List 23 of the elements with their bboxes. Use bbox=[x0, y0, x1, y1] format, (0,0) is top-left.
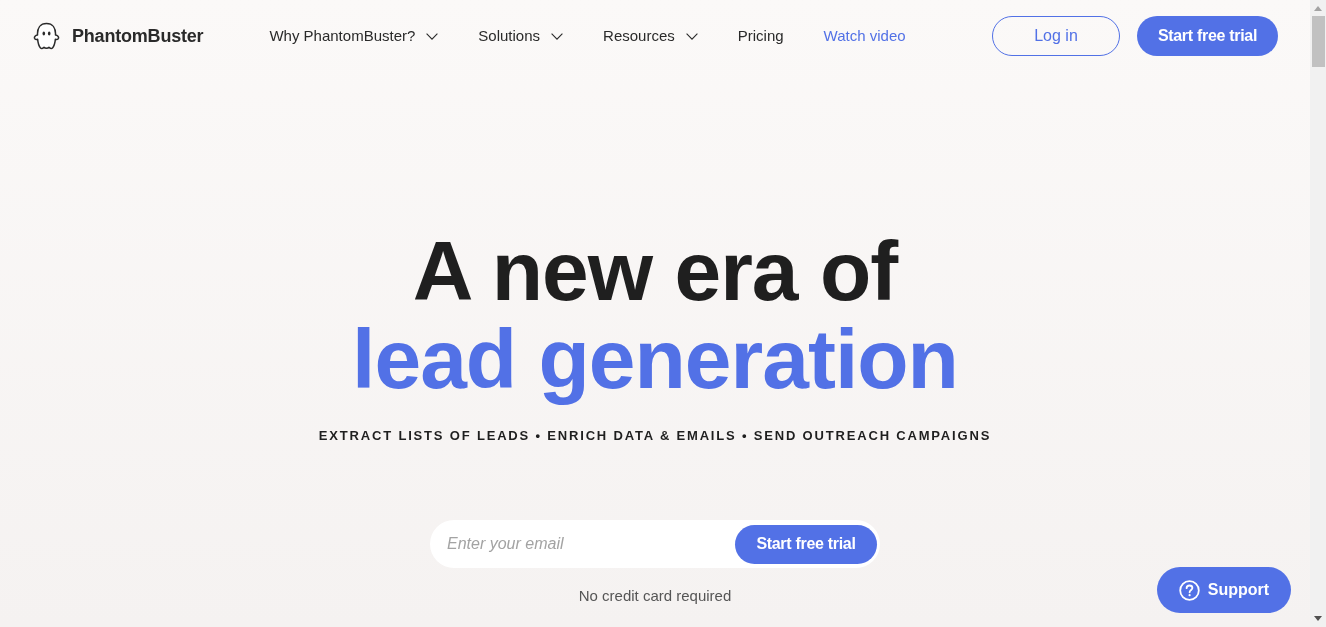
scrollbar[interactable] bbox=[1310, 0, 1326, 627]
scroll-down-icon[interactable] bbox=[1314, 616, 1322, 621]
signup-form[interactable]: Enter your email Start free trial bbox=[430, 520, 880, 568]
nav-link[interactable]: Pricing bbox=[737, 24, 784, 48]
chevron-down-icon[interactable] bbox=[685, 32, 698, 40]
tagline: EXTRACT LISTS OF LEADS • ENRICH DATA & EMAILS • SEND OUTREACH CAMPAIGNS bbox=[318, 428, 992, 444]
email-field[interactable]: Enter your email bbox=[447, 524, 735, 564]
nav-menu-link[interactable]: Solutions bbox=[478, 24, 541, 48]
help-icon bbox=[1178, 579, 1200, 601]
scrollbar-thumb[interactable] bbox=[1311, 16, 1325, 67]
chevron-down-icon[interactable] bbox=[426, 32, 439, 40]
headline-accent: lead generation bbox=[352, 315, 958, 403]
nav-menu-link[interactable]: Resources bbox=[603, 24, 675, 48]
support-button[interactable]: Support bbox=[1157, 567, 1291, 613]
headline: A new era of bbox=[412, 227, 898, 315]
brand-name[interactable]: PhantomBuster bbox=[72, 22, 204, 50]
start-trial-button[interactable]: Start free trial bbox=[1137, 16, 1278, 56]
nav-link[interactable]: Watch video bbox=[823, 24, 906, 48]
chevron-down-icon[interactable] bbox=[551, 32, 564, 40]
ghost-logo-icon[interactable] bbox=[32, 21, 61, 51]
nav-menu-link[interactable]: Why PhantomBuster? bbox=[269, 24, 416, 48]
start-trial-button[interactable]: Start free trial bbox=[735, 524, 877, 564]
no-credit-card-note: No credit card required bbox=[578, 586, 732, 606]
